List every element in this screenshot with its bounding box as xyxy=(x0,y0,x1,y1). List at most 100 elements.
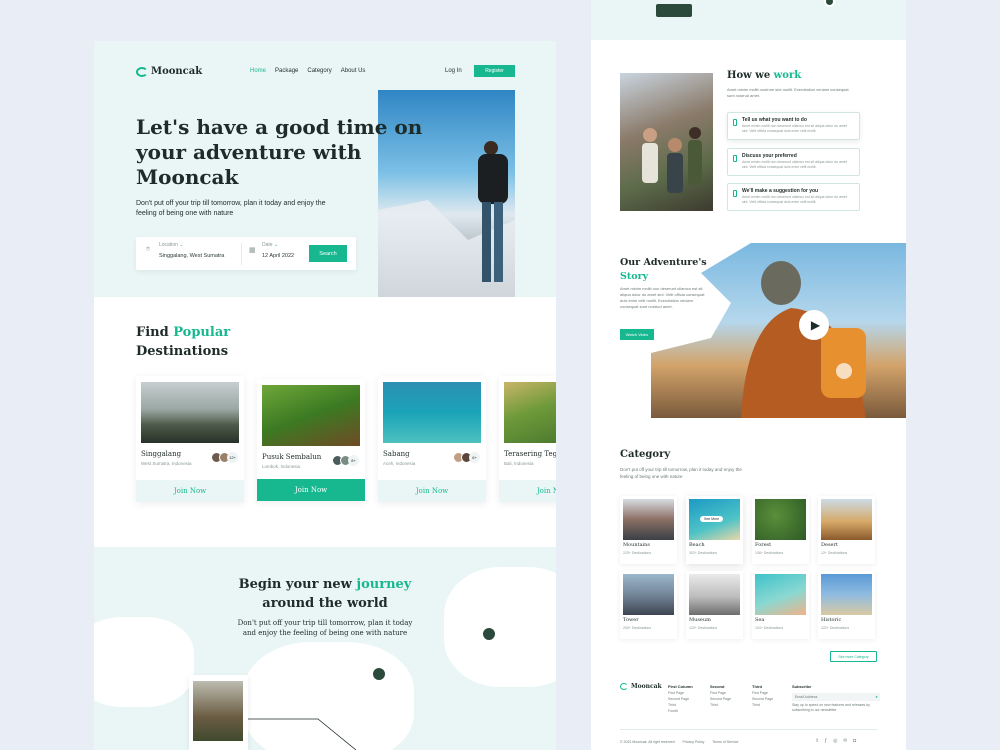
facebook-icon[interactable]: ƒ xyxy=(824,738,827,744)
join-now-button[interactable]: Join Now xyxy=(257,479,365,501)
map-strip xyxy=(591,0,906,40)
category-title: Category xyxy=(620,449,671,460)
category-image xyxy=(821,499,872,540)
step-card[interactable]: We'll make a suggestion for you Amet mini… xyxy=(727,183,860,211)
join-now-button[interactable]: Join Now xyxy=(136,480,244,502)
logo-icon xyxy=(136,66,148,77)
avatar-group: 12+ xyxy=(211,452,238,463)
play-button[interactable]: ▶ xyxy=(799,310,829,340)
avatar-group: 8+ xyxy=(332,455,359,466)
destination-image xyxy=(504,382,556,443)
category-image xyxy=(623,574,674,615)
send-icon[interactable]: ➤ xyxy=(875,693,878,701)
see-more-category-button[interactable]: See more Category xyxy=(830,651,877,662)
map-pin-icon[interactable] xyxy=(824,0,835,7)
dribbble-icon[interactable]: ◎ xyxy=(833,738,837,744)
calendar-icon: ▦ xyxy=(249,247,256,254)
friends-illustration xyxy=(642,127,702,193)
footer-logo[interactable]: Mooncak xyxy=(620,683,662,690)
avatar-chip xyxy=(656,4,692,17)
category-image xyxy=(689,574,740,615)
nav-category[interactable]: Category xyxy=(307,68,331,74)
card-name: Singgalang xyxy=(141,450,182,458)
destination-image xyxy=(383,382,481,443)
journey-photo-card[interactable] xyxy=(189,675,248,750)
journey-subtitle: Don't put off your trip till tomorrow, p… xyxy=(237,619,413,637)
step-card[interactable]: Tell us what you want to do Amet minim mo… xyxy=(727,112,860,140)
step-card[interactable]: Discuss your preferred Amet minim mollit … xyxy=(727,148,860,176)
twitter-icon[interactable]: 𝕥 xyxy=(816,738,818,744)
footer-column: Third First Page Second Page Third xyxy=(752,684,774,707)
category-card[interactable]: Sea 104+ Destinations xyxy=(752,571,809,639)
card-name: Terasering Tegallalang xyxy=(504,450,556,458)
how-we-work-title: How we work xyxy=(727,70,802,81)
destination-image xyxy=(141,382,239,443)
card-name: Pusuk Sembalun xyxy=(262,453,322,461)
join-now-button[interactable]: Join Now xyxy=(378,480,486,502)
landing-page-right: How we work Amet minim mollit nostrum si… xyxy=(591,0,906,750)
hero-title: Let's have a good time on your adventure… xyxy=(136,115,423,189)
location-field[interactable]: Location ⌄ Singgalang, West Sumatra xyxy=(159,242,224,259)
destination-card[interactable]: Singgalang West Sumatra, Indonesia 12+ J… xyxy=(136,376,244,502)
nav-home[interactable]: Home xyxy=(250,68,266,74)
card-location: Bali, Indonesia xyxy=(504,461,534,466)
destination-card[interactable]: Sabang Aceh, Indonesia 6+ Join Now xyxy=(378,376,486,502)
destination-image xyxy=(262,385,360,446)
search-button[interactable]: Search xyxy=(309,245,347,262)
category-card[interactable]: Historic 422+ Destinations xyxy=(818,571,875,639)
card-location: Aceh, Indonesia xyxy=(383,461,416,466)
destination-card[interactable]: Terasering Tegallalang Bali, Indonesia J… xyxy=(499,376,556,502)
how-we-work-image xyxy=(620,73,713,211)
story-title: Our Adventure's Story xyxy=(620,257,707,282)
category-image xyxy=(623,499,674,540)
watch-video-button[interactable]: Watch Video xyxy=(620,329,654,340)
see-more-chip[interactable]: See More xyxy=(700,516,724,522)
social-links: 𝕥 ƒ ◎ ℗ ◘ xyxy=(816,738,856,744)
subscribe-block: Subscribe Email Address ➤ Stay up to spee… xyxy=(792,684,880,712)
join-now-button[interactable]: Join Now xyxy=(499,480,556,502)
popular-title: Find Popular Destinations xyxy=(136,325,231,359)
login-link[interactable]: Log In xyxy=(445,68,462,74)
card-location: Lombok, Indonesia xyxy=(262,464,301,469)
category-image xyxy=(821,574,872,615)
story-desc: Amet minim mollit non deserunt ullamco e… xyxy=(620,286,705,309)
brand-name: Mooncak xyxy=(151,66,203,77)
footer-divider xyxy=(620,729,877,730)
footer-column: Second First Page Second Page Third xyxy=(710,684,732,707)
category-card[interactable]: Mountains 223+ Destinations xyxy=(620,496,677,564)
footer-legal: © 2022 Mooncak. All right reserved Privac… xyxy=(620,740,739,744)
card-name: Sabang xyxy=(383,450,410,458)
phone-icon xyxy=(733,155,737,162)
destination-card[interactable]: Pusuk Sembalun Lombok, Indonesia 8+ Join… xyxy=(257,379,365,501)
search-bar: ⌾ Location ⌄ Singgalang, West Sumatra ▦ … xyxy=(136,237,356,270)
category-card[interactable]: See More Beach 302+ Destinations xyxy=(686,496,743,564)
brand-logo[interactable]: Mooncak xyxy=(136,66,202,77)
card-location: West Sumatra, Indonesia xyxy=(141,461,192,466)
map-pin-icon[interactable] xyxy=(480,625,498,643)
nav-about-us[interactable]: About Us xyxy=(341,68,366,74)
search-divider xyxy=(241,243,242,265)
pinterest-icon[interactable]: ℗ xyxy=(843,738,847,744)
journey-photo xyxy=(193,681,243,741)
how-we-work-desc: Amet minim mollit nostrum sint mollit. E… xyxy=(727,87,849,98)
date-field[interactable]: Date ⌄ 12 April 2022 xyxy=(262,242,294,259)
category-card[interactable]: Desert 12+ Destinations xyxy=(818,496,875,564)
instagram-icon[interactable]: ◘ xyxy=(853,738,856,744)
chevron-down-icon: ⌄ xyxy=(179,242,184,248)
register-button[interactable]: Register xyxy=(474,65,515,77)
footer-column: First Column First Page Second Page Third Fo… xyxy=(668,684,693,713)
main-nav: Home Package Category About Us xyxy=(250,68,365,74)
chevron-down-icon: ⌄ xyxy=(273,242,279,248)
nav-package[interactable]: Package xyxy=(275,68,298,74)
category-card[interactable]: Forest 106+ Destinations xyxy=(752,496,809,564)
category-card[interactable]: Tower 263+ Destinations xyxy=(620,571,677,639)
category-card[interactable]: Museum 120+ Destinations xyxy=(686,571,743,639)
avatar-group: 6+ xyxy=(453,452,480,463)
world-map-shape xyxy=(94,617,194,707)
map-pin-icon[interactable] xyxy=(370,665,388,683)
phone-icon xyxy=(733,190,737,197)
play-icon: ▶ xyxy=(810,318,821,332)
email-input[interactable]: Email Address ➤ xyxy=(792,693,880,701)
location-pin-icon: ⌾ xyxy=(146,246,151,253)
landing-page-left: Mooncak Home Package Category About Us L… xyxy=(94,41,556,750)
